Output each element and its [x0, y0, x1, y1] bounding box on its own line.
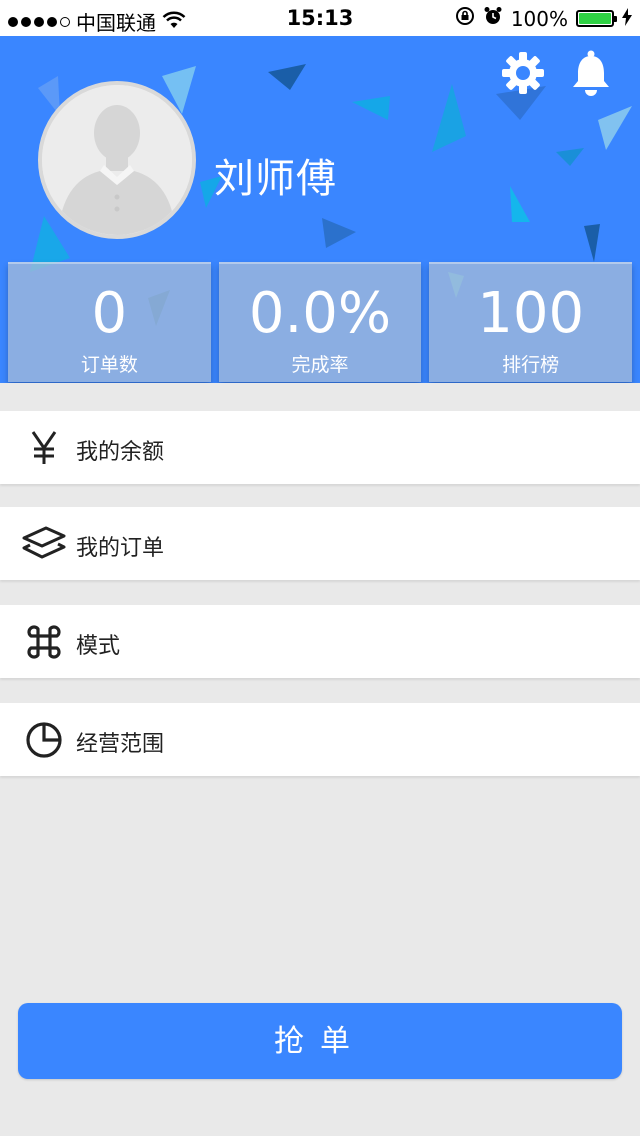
rotation-lock-icon	[455, 6, 475, 31]
stat-value: 100	[477, 281, 585, 346]
menu-item-business-scope[interactable]: 经营范围	[0, 703, 640, 776]
menu-item-label: 模式	[76, 634, 121, 659]
menu-item-orders[interactable]: 我的订单	[0, 507, 640, 580]
stat-orders[interactable]: 0 订单数	[8, 262, 211, 382]
stats-row: 0 订单数 0.0% 完成率 100 排行榜	[8, 262, 633, 382]
avatar[interactable]	[38, 81, 196, 239]
stat-completion-rate[interactable]: 0.0% 完成率	[218, 262, 422, 382]
status-right: 100%	[455, 6, 632, 31]
username: 刘师傅	[214, 156, 337, 202]
yen-icon	[22, 428, 66, 468]
stat-ranking[interactable]: 100 排行榜	[429, 262, 633, 382]
stat-value: 0	[91, 281, 128, 346]
notification-button[interactable]	[566, 48, 616, 98]
screen: 中国联通 15:13 100% 刘师傅 0 订单数 0.0% 完成率 100 排…	[0, 0, 640, 1136]
menu-item-label: 我的订单	[76, 536, 165, 561]
menu-item-mode[interactable]: 模式	[0, 605, 640, 678]
bell-icon	[573, 50, 609, 96]
menu-item-label: 经营范围	[76, 732, 165, 757]
layers-icon	[22, 524, 66, 564]
settings-button[interactable]	[498, 48, 548, 98]
status-bar: 中国联通 15:13 100%	[0, 0, 640, 36]
stat-value: 0.0%	[248, 281, 392, 346]
stat-label: 排行榜	[502, 354, 560, 376]
command-icon	[22, 622, 66, 662]
alarm-icon	[483, 6, 503, 31]
stat-label: 订单数	[80, 354, 138, 376]
charging-icon	[622, 7, 632, 31]
stat-label: 完成率	[291, 354, 349, 376]
menu-item-label: 我的余额	[76, 440, 165, 465]
grab-order-button[interactable]: 抢单	[18, 1003, 622, 1079]
pie-chart-icon	[22, 720, 66, 760]
profile-header: 刘师傅 0 订单数 0.0% 完成率 100 排行榜	[0, 36, 640, 383]
default-avatar-icon	[42, 85, 192, 235]
battery-icon	[576, 10, 617, 27]
menu-item-balance[interactable]: 我的余额	[0, 411, 640, 484]
battery-percent: 100%	[510, 6, 568, 31]
gear-icon	[502, 52, 544, 94]
